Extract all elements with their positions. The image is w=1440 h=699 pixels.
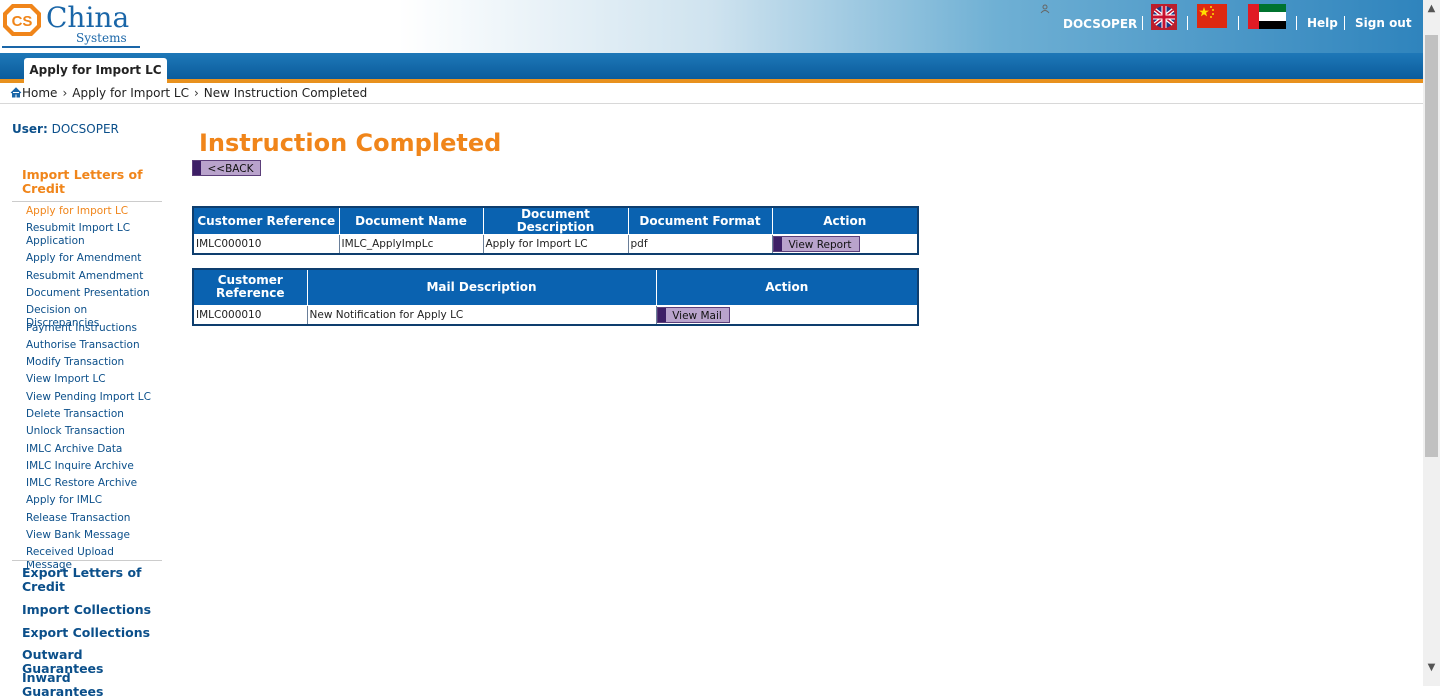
sidebar-item-resubmit-import-lc[interactable]: Resubmit Import LC Application: [26, 222, 161, 248]
sign-out-link[interactable]: Sign out: [1355, 16, 1412, 30]
column-header: Mail Description: [306, 268, 657, 306]
column-header: Action: [771, 206, 919, 235]
breadcrumb-apply-import-lc[interactable]: Apply for Import LC: [72, 86, 189, 100]
sidebar-item-release-transaction[interactable]: Release Transaction: [26, 512, 161, 525]
column-header: Customer Reference: [192, 268, 308, 306]
divider: [1238, 16, 1239, 30]
sidebar-item-view-import-lc[interactable]: View Import LC: [26, 373, 161, 386]
table-row: IMLC000010 IMLC_ApplyImpLc Apply for Imp…: [192, 234, 919, 255]
column-header: Action: [655, 268, 919, 306]
uk-flag-icon[interactable]: [1151, 4, 1177, 30]
nav-accent-line: [0, 79, 1423, 83]
scroll-down-icon[interactable]: ▼: [1423, 659, 1440, 676]
customer-reference-cell: IMLC000010: [192, 304, 308, 325]
user-label: User:: [12, 122, 48, 136]
uae-flag-icon[interactable]: [1248, 4, 1286, 29]
document-table: Customer Reference Document Name Documen…: [192, 206, 919, 255]
divider: [1344, 16, 1345, 30]
breadcrumb-current: New Instruction Completed: [203, 86, 368, 100]
view-mail-button[interactable]: View Mail: [657, 306, 730, 323]
back-button-label: <<BACK: [207, 163, 254, 175]
sidebar-divider: [12, 560, 162, 561]
help-link[interactable]: Help: [1307, 16, 1338, 30]
sidebar-item-view-pending-import-lc[interactable]: View Pending Import LC: [26, 391, 161, 404]
sidebar-user: User: DOCSOPER: [12, 122, 119, 136]
user-icon: [1040, 4, 1050, 14]
column-header: Document Format: [627, 206, 773, 235]
sidebar-item-resubmit-amendment[interactable]: Resubmit Amendment: [26, 270, 161, 283]
divider: [1142, 16, 1143, 30]
scrollbar-thumb[interactable]: [1425, 35, 1438, 457]
sidebar-item-apply-imlc[interactable]: Apply for IMLC: [26, 494, 161, 507]
china-systems-logo[interactable]: CS China Systems: [2, 2, 142, 48]
sidebar-divider: [12, 201, 162, 202]
sidebar-item-imlc-inquire-archive[interactable]: IMLC Inquire Archive: [26, 460, 161, 473]
action-cell: View Report: [771, 234, 919, 255]
sidebar-item-imlc-restore-archive[interactable]: IMLC Restore Archive: [26, 477, 161, 490]
column-header: Document Name: [338, 206, 484, 235]
breadcrumb-home[interactable]: Home: [22, 86, 57, 100]
column-header: Customer Reference: [192, 206, 340, 235]
divider: [1187, 16, 1188, 30]
sidebar-section-import-lc[interactable]: Import Letters of Credit: [22, 168, 152, 196]
table-header-row: Customer Reference Document Name Documen…: [192, 206, 919, 235]
mail-description-cell: New Notification for Apply LC: [306, 304, 657, 325]
sidebar-item-delete-transaction[interactable]: Delete Transaction: [26, 408, 161, 421]
page-title: Instruction Completed: [199, 129, 502, 157]
username: DOCSOPER: [1063, 17, 1138, 31]
sidebar-item-unlock-transaction[interactable]: Unlock Transaction: [26, 425, 161, 438]
logo-brand: China: [46, 1, 130, 34]
view-mail-label: View Mail: [672, 309, 722, 322]
logo-badge-text: CS: [12, 13, 33, 30]
chevron-right-icon: ›: [193, 86, 199, 100]
breadcrumb-divider: [0, 103, 1423, 104]
sidebar-item-apply-amendment[interactable]: Apply for Amendment: [26, 252, 161, 265]
sidebar-item-imlc-archive-data[interactable]: IMLC Archive Data: [26, 443, 161, 456]
document-name-cell: IMLC_ApplyImpLc: [338, 234, 484, 255]
sidebar-section-export-lc[interactable]: Export Letters of Credit: [22, 566, 152, 594]
user-name: DOCSOPER: [51, 122, 119, 136]
action-cell: View Mail: [655, 304, 919, 325]
scroll-up-icon[interactable]: ▲: [1423, 0, 1440, 17]
view-report-button[interactable]: View Report: [773, 236, 860, 252]
cs-logo-icon: CS: [3, 4, 41, 36]
nav-band: [0, 53, 1423, 79]
button-cap: [773, 237, 782, 251]
sidebar-item-view-bank-message[interactable]: View Bank Message: [26, 529, 161, 542]
customer-reference-cell: IMLC000010: [192, 234, 340, 255]
vertical-scrollbar[interactable]: ▲ ▼: [1423, 0, 1440, 686]
button-cap: [657, 307, 666, 322]
sidebar-item-document-presentation[interactable]: Document Presentation: [26, 287, 161, 300]
divider: [1296, 16, 1297, 30]
top-header: CS China Systems DOCSOPER Help Sign out: [0, 0, 1423, 53]
chevron-right-icon: ›: [62, 86, 68, 100]
column-header: Document Description: [482, 206, 629, 235]
breadcrumb: Home › Apply for Import LC › New Instruction…: [10, 86, 367, 100]
logo-underline: [2, 46, 140, 48]
sidebar-section-import-collections[interactable]: Import Collections: [22, 603, 152, 617]
sidebar-section-inward-guarantees[interactable]: Inward Guarantees: [22, 671, 152, 699]
mail-table: Customer Reference Mail Description Acti…: [192, 268, 919, 326]
document-format-cell: pdf: [627, 234, 773, 255]
china-flag-icon[interactable]: [1197, 4, 1227, 28]
tab-apply-for-import-lc[interactable]: Apply for Import LC: [24, 58, 167, 83]
button-cap: [193, 161, 201, 175]
home-icon[interactable]: [10, 87, 22, 98]
sidebar-item-authorise-transaction[interactable]: Authorise Transaction: [26, 339, 161, 352]
view-report-label: View Report: [788, 239, 852, 251]
sidebar-item-payment-instructions[interactable]: Payment Instructions: [26, 322, 161, 335]
logo-subtitle: Systems: [76, 31, 127, 45]
document-description-cell: Apply for Import LC: [482, 234, 629, 255]
sidebar-item-modify-transaction[interactable]: Modify Transaction: [26, 356, 161, 369]
sidebar-section-export-collections[interactable]: Export Collections: [22, 626, 152, 640]
table-row: IMLC000010 New Notification for Apply LC…: [192, 304, 919, 325]
table-header-row: Customer Reference Mail Description Acti…: [192, 268, 919, 306]
back-button[interactable]: <<BACK: [192, 160, 261, 176]
sidebar-item-apply-import-lc[interactable]: Apply for Import LC: [26, 205, 161, 218]
